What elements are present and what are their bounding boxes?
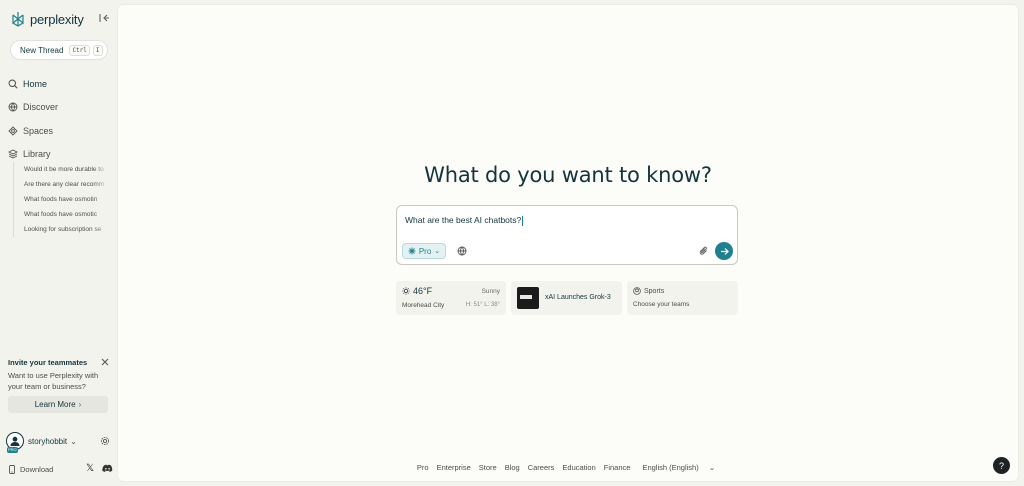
search-input-value-wrap: What are the best AI chatbots?	[405, 215, 524, 226]
invite-teammates-panel: Invite your teammates Want to use Perple…	[8, 358, 110, 413]
footer-link-finance[interactable]: Finance	[604, 463, 631, 472]
sidebar-item-label: Spaces	[23, 125, 54, 136]
sidebar-nav: Home Discover Spaces Library	[8, 72, 112, 166]
download-label: Download	[20, 464, 54, 474]
footer-link-store[interactable]: Store	[479, 463, 497, 472]
paperclip-icon[interactable]	[699, 246, 709, 256]
discord-icon[interactable]	[102, 463, 113, 474]
sports-label: Sports	[644, 287, 665, 295]
library-thread-item[interactable]: Would it be more durable to	[24, 162, 111, 177]
language-label: English (English)	[642, 463, 699, 472]
user-icon	[10, 436, 20, 446]
sports-card[interactable]: Sports Choose your teams	[627, 281, 738, 315]
shortcut-key-i: I	[92, 44, 103, 56]
user-menu[interactable]: PRO storyhobbit ⌄	[6, 431, 112, 453]
brand-name: perplexity	[30, 11, 84, 27]
download-link[interactable]: Download 𝕏	[8, 462, 113, 476]
main-panel: What do you want to know? What are the b…	[117, 4, 1019, 482]
pro-mode-selector[interactable]: Pro ⌄	[402, 243, 446, 259]
news-card[interactable]: xAI Launches Grok-3	[511, 281, 622, 315]
perplexity-logo-icon	[12, 12, 24, 27]
footer-link-blog[interactable]: Blog	[505, 463, 520, 472]
chevron-right-icon: ›	[78, 400, 82, 409]
sports-subtitle: Choose your teams	[633, 301, 690, 308]
weather-temp: 46°F	[413, 286, 433, 296]
username: storyhobbit	[28, 436, 68, 446]
search-input-value: What are the best AI chatbots?	[405, 215, 522, 225]
new-thread-button[interactable]: New Thread Ctrl I	[10, 40, 108, 60]
sidebar-item-spaces[interactable]: Spaces	[8, 119, 112, 143]
text-caret	[522, 215, 524, 226]
news-thumbnail	[517, 287, 539, 309]
weather-hilo: H: 51° L: 38°	[465, 302, 500, 308]
library-thread-item[interactable]: Looking for subscription se	[24, 222, 111, 237]
library-thread-item[interactable]: What foods have osmotic	[24, 207, 111, 222]
spaces-icon	[8, 126, 18, 136]
close-icon[interactable]	[101, 358, 109, 366]
sidebar-item-label: Library	[23, 149, 51, 160]
library-icon	[8, 149, 18, 159]
pro-badge: PRO	[7, 447, 18, 453]
avatar[interactable]: PRO	[6, 432, 24, 453]
weather-temp-wrap: 46°F	[402, 286, 432, 296]
footer-link-careers[interactable]: Careers	[528, 463, 555, 472]
sidebar: perplexity New Thread Ctrl I Home Discov…	[0, 0, 117, 486]
sun-icon	[402, 287, 410, 295]
search-icon	[8, 79, 18, 89]
gear-icon[interactable]	[100, 436, 110, 446]
chevron-down-icon: ⌄	[708, 463, 716, 472]
collapse-sidebar-icon[interactable]	[98, 12, 110, 24]
footer-link-pro[interactable]: Pro	[417, 463, 429, 472]
learn-more-label: Learn More	[34, 400, 76, 409]
footer-links: Pro Enterprise Store Blog Careers Educat…	[118, 463, 1018, 472]
library-thread-list: Would it be more durable to Are there an…	[13, 162, 111, 237]
globe-icon[interactable]	[457, 246, 467, 256]
x-twitter-icon[interactable]: 𝕏	[86, 464, 96, 474]
sidebar-item-label: Home	[23, 78, 48, 89]
arrow-right-icon	[720, 247, 729, 255]
footer-link-enterprise[interactable]: Enterprise	[437, 463, 471, 472]
language-selector[interactable]: English (English) ⌄	[638, 463, 719, 472]
widget-cards: 46°F Sunny Morehead City H: 51° L: 38° x…	[396, 281, 738, 315]
shortcut-key-ctrl: Ctrl	[69, 44, 90, 56]
library-thread-item[interactable]: Are there any clear recomm	[24, 177, 111, 192]
news-title: xAI Launches Grok-3	[545, 294, 611, 301]
sidebar-item-label: Discover	[23, 102, 59, 113]
sidebar-item-home[interactable]: Home	[8, 72, 112, 96]
footer-link-education[interactable]: Education	[562, 463, 595, 472]
library-thread-item[interactable]: What foods have osmotin	[24, 192, 111, 207]
search-input[interactable]: What are the best AI chatbots? Pro ⌄	[396, 205, 738, 265]
new-thread-label: New Thread	[20, 45, 64, 55]
phone-icon	[9, 464, 15, 474]
sports-head: Sports	[633, 287, 664, 295]
learn-more-button[interactable]: Learn More ›	[8, 396, 108, 413]
invite-title: Invite your teammates	[8, 358, 88, 367]
chevron-down-icon: ⌄	[70, 436, 77, 446]
submit-button[interactable]	[715, 242, 733, 260]
logo[interactable]: perplexity	[10, 10, 112, 28]
pro-mode-label: Pro	[418, 246, 432, 256]
sports-ball-icon	[633, 287, 641, 295]
sidebar-item-discover[interactable]: Discover	[8, 96, 112, 120]
weather-city: Morehead City	[402, 302, 445, 309]
pro-search-icon	[408, 247, 416, 255]
help-button[interactable]: ?	[993, 457, 1010, 474]
invite-body: Want to use Perplexity with your team or…	[8, 371, 99, 391]
weather-condition: Sunny	[481, 288, 500, 295]
page-title: What do you want to know?	[424, 163, 712, 187]
chevron-down-icon: ⌄	[434, 248, 441, 255]
globe-icon	[8, 102, 18, 112]
weather-card[interactable]: 46°F Sunny Morehead City H: 51° L: 38°	[396, 281, 506, 315]
